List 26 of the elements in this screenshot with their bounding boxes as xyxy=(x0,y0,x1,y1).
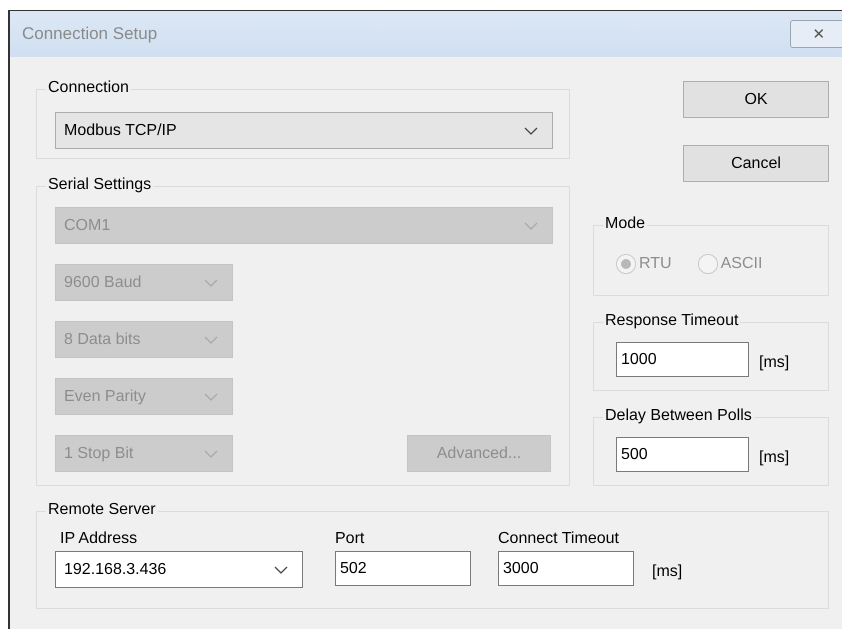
close-button[interactable]: ✕ xyxy=(790,20,842,48)
chevron-down-icon xyxy=(204,450,218,458)
unit-label: [ms] xyxy=(652,562,682,582)
chevron-down-icon xyxy=(204,336,218,344)
group-label: Serial Settings xyxy=(46,175,154,195)
dialog-button[interactable]: Cancel xyxy=(683,145,829,182)
field-label: IP Address xyxy=(59,529,138,549)
unit-label: [ms] xyxy=(759,448,790,468)
chevron-down-icon xyxy=(204,278,218,286)
text-field[interactable]: 502 xyxy=(335,551,471,586)
window-title: Connection Setup xyxy=(22,23,158,46)
text-field[interactable]: 3000 xyxy=(498,551,634,586)
unit-label: [ms] xyxy=(759,352,790,372)
chevron-down-icon xyxy=(524,126,538,134)
text-field[interactable]: 500 xyxy=(616,437,749,472)
text-field[interactable]: 1000 xyxy=(616,342,749,377)
field-label: Port xyxy=(335,529,366,549)
group-label: Response Timeout xyxy=(603,311,740,331)
chevron-down-icon xyxy=(274,566,288,574)
dropdown[interactable]: 192.168.3.436 xyxy=(55,551,303,588)
chevron-down-icon xyxy=(524,222,538,230)
chevron-down-icon xyxy=(204,392,218,400)
field-label: Connect Timeout xyxy=(498,529,620,549)
group-label: Delay Between Polls xyxy=(603,406,754,426)
dropdown[interactable]: Modbus TCP/IP xyxy=(55,112,553,149)
dialog-button[interactable]: OK xyxy=(683,81,829,118)
